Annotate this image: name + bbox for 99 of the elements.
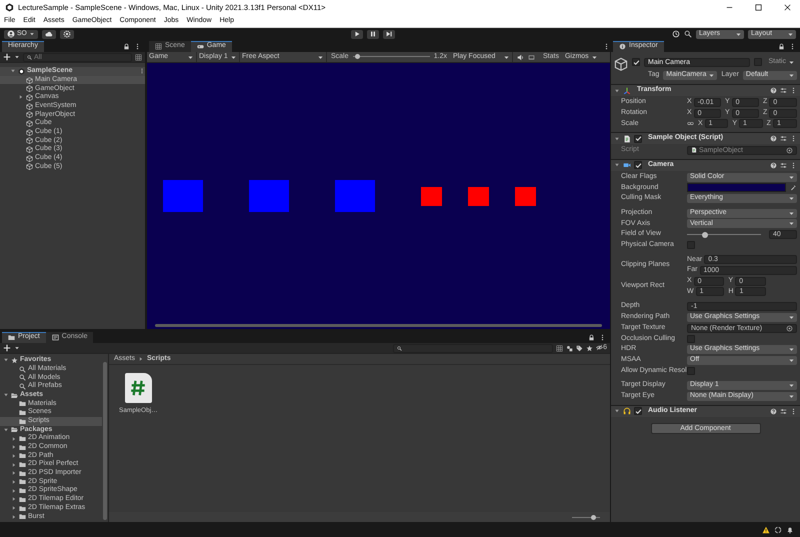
camera-icon [623,161,631,170]
preset-icon[interactable] [780,162,787,169]
help-icon[interactable] [770,135,777,142]
eye-slash-icon [596,344,604,352]
cloud-icon [44,30,53,38]
link-icon[interactable] [687,120,694,128]
expand-arrow-icon [614,88,620,94]
expand-arrow-icon [614,408,620,414]
menu-icon[interactable] [599,334,606,340]
settings-button[interactable] [60,30,74,38]
menu-icon[interactable] [790,408,797,414]
checkbox[interactable] [634,407,642,415]
expand-arrow-icon [614,136,620,142]
lock-icon[interactable] [123,42,130,50]
play-icon [352,30,361,38]
checkbox[interactable] [687,366,695,375]
search-icon [397,346,402,350]
target-icon [786,146,793,154]
caret-icon [788,314,795,321]
preset-icon[interactable] [780,135,787,142]
play-button[interactable] [350,30,363,38]
script-icon [623,134,631,143]
caret-icon [708,72,716,79]
cube-icon [614,57,628,71]
warning-icon [762,526,770,534]
step-icon [384,30,393,38]
preset-icon[interactable] [780,408,787,414]
unity-logo-icon [5,3,14,12]
search-field[interactable] [393,344,554,352]
help-icon[interactable] [770,162,777,169]
search-icon[interactable] [684,30,692,38]
open-folder-icon [11,426,18,434]
scrollbar[interactable] [155,324,602,327]
lock-icon[interactable] [778,42,785,50]
caret-icon[interactable] [14,54,20,60]
notification-icon [786,526,794,534]
filter-icon[interactable] [556,344,564,352]
slider-thumb[interactable] [354,54,360,60]
lock-icon[interactable] [588,334,595,340]
maximize-icon[interactable] [754,3,763,12]
display-icon[interactable] [528,54,535,60]
search-icon [27,54,32,60]
caret-icon[interactable] [14,345,20,351]
checkbox[interactable] [687,334,695,343]
scrollbar[interactable] [103,362,107,520]
help-icon[interactable] [770,408,777,414]
expand-arrow-icon [614,162,620,168]
cloud-button[interactable] [42,30,56,38]
add-icon[interactable] [3,344,11,352]
menu-icon[interactable] [134,42,141,50]
person-icon [7,30,15,38]
step-button[interactable] [382,30,395,38]
tag-icon[interactable] [576,344,584,352]
star-icon[interactable] [586,344,594,352]
script-icon [691,147,697,154]
target-icon [786,324,793,332]
filter-icon[interactable] [135,54,142,60]
menu-icon[interactable] [790,87,797,94]
csharp-script-icon[interactable] [124,373,152,403]
headphones-icon [623,407,631,415]
menu-icon[interactable] [603,42,610,50]
spinner-icon [774,526,782,534]
star-icon [11,356,18,364]
type-filter-icon[interactable] [566,344,574,352]
checkbox[interactable] [634,134,642,143]
checkbox[interactable] [634,161,642,170]
speaker-icon[interactable] [517,54,524,60]
console-icon [52,334,59,341]
menu-icon[interactable] [790,135,797,142]
caret-icon [735,30,742,38]
add-icon[interactable] [3,53,11,61]
expand-arrow-icon [10,68,16,74]
caret-icon [787,30,794,38]
preset-icon[interactable] [780,87,787,94]
info-icon [619,43,626,50]
slider-thumb[interactable] [702,232,708,238]
pause-icon [368,30,377,38]
history-icon[interactable] [672,30,680,38]
checkbox[interactable] [687,241,695,250]
help-icon[interactable] [770,87,777,94]
open-folder-icon [11,392,18,399]
slider-thumb[interactable] [590,514,596,520]
eyedropper-icon[interactable] [790,184,797,192]
checkbox[interactable] [754,58,762,66]
scene-icon [18,68,25,75]
transform-axes-icon [623,86,631,94]
caret-icon [788,174,795,181]
folder-icon [8,334,15,341]
grid-icon [155,43,162,50]
menu-icon[interactable] [789,42,796,50]
close-icon[interactable] [783,3,792,12]
caret-icon [28,31,35,37]
chevron-icon [138,356,144,362]
menu-icon[interactable] [790,162,797,169]
gamepad-icon [196,43,204,50]
gear-icon [62,30,71,38]
pause-button[interactable] [366,30,379,38]
color-swatch[interactable] [687,183,786,192]
checkbox[interactable] [632,58,640,66]
